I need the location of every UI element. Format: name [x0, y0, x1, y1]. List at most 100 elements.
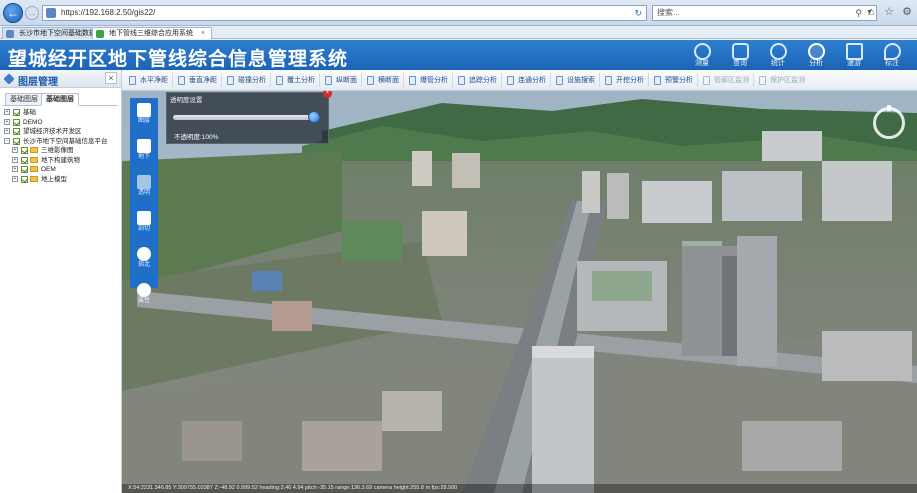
compass-icon[interactable] [873, 105, 905, 139]
layer-tree: + 基础 + DEMO + 望城经济技术开发区 - 长沙市地下空间基础信息平台 + 三维影… [0, 106, 121, 186]
slider-thumb[interactable] [308, 111, 320, 123]
checkbox[interactable] [13, 128, 20, 135]
section-icon [367, 75, 374, 85]
tool-analysis[interactable]: 分析 [797, 40, 835, 70]
tool-connectivity[interactable]: 连通分析 [504, 73, 551, 87]
checkbox[interactable] [21, 147, 28, 154]
close-button[interactable]: × [105, 72, 117, 84]
tree-item[interactable]: + 地下构建筑物 [2, 156, 119, 166]
layer-panel-tabs: 基础图层 基础图层 [3, 92, 118, 106]
view-tool-underground[interactable]: 地下 [130, 139, 158, 170]
address-bar[interactable]: https://192.168.2.50/gis22/ ↻ [42, 5, 647, 21]
back-button[interactable]: ← [3, 3, 23, 23]
forward-button[interactable]: → [25, 6, 39, 20]
tool-measure[interactable]: 测量 [683, 40, 721, 70]
tree-item[interactable]: - 长沙市地下空间基础信息平台 [2, 137, 119, 147]
toolbar-label: 开挖分析 [616, 77, 644, 84]
tool-excavation[interactable]: 开挖分析 [602, 73, 649, 87]
tool-collision-analysis[interactable]: 碰撞分析 [224, 73, 271, 87]
collapse-icon[interactable]: - [4, 137, 10, 144]
toolbar-label: 预警分析 [665, 77, 693, 84]
refresh-icon[interactable]: ↻ [634, 6, 642, 20]
profile-icon [325, 75, 332, 85]
view-tool-north[interactable]: 指北 [130, 247, 158, 278]
tree-item-label: OEM [41, 166, 56, 173]
tool-trace-analysis[interactable]: 追踪分析 [455, 73, 502, 87]
tool-vertical-clearance[interactable]: 垂直净距 [175, 73, 222, 87]
monitor-icon [759, 75, 766, 85]
checkbox[interactable] [21, 175, 28, 183]
tree-item[interactable]: + OEM [2, 165, 119, 175]
tree-item-label: 地上模型 [41, 175, 67, 183]
expand-icon[interactable]: + [12, 166, 18, 172]
tool-roam[interactable]: 漫游 [835, 40, 873, 70]
tab-layers-active[interactable]: 基础图层 [41, 93, 79, 106]
tool-corridor-monitor[interactable]: 管廊区监测 [700, 73, 754, 87]
tool-cover-analysis[interactable]: 覆土分析 [273, 73, 320, 87]
collision-icon [227, 75, 234, 85]
tab-favicon-icon [96, 30, 104, 38]
tree-item-label: 长沙市地下空间基础信息平台 [23, 137, 108, 145]
opacity-dialog: 透明度设置 × 不透明度:100% [166, 91, 332, 144]
view-tool-section[interactable]: 剖切 [130, 211, 158, 242]
tool-burst-analysis[interactable]: 爆管分析 [406, 73, 453, 87]
folder-icon [30, 175, 38, 182]
trace-icon [458, 75, 465, 85]
tool-label: 分析 [809, 60, 823, 67]
tree-item[interactable]: + 地上模型 [2, 175, 119, 185]
tool-facility-search[interactable]: 设施搜索 [553, 73, 600, 87]
expand-icon[interactable]: + [12, 147, 18, 153]
checkbox[interactable] [21, 166, 28, 173]
tool-profile[interactable]: 纵断面 [322, 73, 362, 87]
opacity-slider[interactable] [173, 111, 320, 123]
view-tool-transparency[interactable]: 透明 [130, 175, 158, 206]
tree-item[interactable]: + 望城经济技术开发区 [2, 127, 119, 137]
soil-icon [276, 75, 283, 85]
tool-query[interactable]: 查询 [721, 40, 759, 70]
browser-toolbar: ← → https://192.168.2.50/gis22/ ↻ 搜索... … [0, 0, 917, 26]
tab-base-layers[interactable]: 基础图层 [5, 93, 43, 106]
view-tool-layers[interactable]: 图层 [130, 103, 158, 134]
ruler-icon [178, 75, 185, 85]
expand-icon[interactable]: + [4, 118, 10, 125]
tool-annotate[interactable]: 标注 [873, 40, 911, 70]
tool-protection-monitor[interactable]: 保护区监测 [756, 73, 809, 87]
expand-icon[interactable]: + [4, 128, 10, 134]
toolbar-label: 纵断面 [336, 77, 357, 84]
browser-tab-pipeline[interactable]: 地下管线三维综合应用系统 × [92, 27, 213, 39]
home-icon[interactable]: ⌂ [865, 5, 877, 19]
view-tool-label: 属性 [137, 298, 150, 304]
tool-warning[interactable]: 预警分析 [651, 73, 698, 87]
ruler-icon [129, 75, 136, 85]
layers-icon [137, 103, 151, 117]
search-icon[interactable]: ⚲ [855, 6, 862, 20]
3d-viewport[interactable]: 图层 地下 透明 剖切 指北 属性 透明度设置 × 不透明度:100% X:54… [122, 91, 917, 493]
dialog-title: 透明度设置 [170, 97, 203, 104]
star-icon[interactable]: ☆ [883, 5, 895, 19]
expand-icon[interactable]: + [12, 156, 18, 163]
close-icon[interactable]: × [201, 30, 205, 37]
layer-panel: 图层管理 × 基础图层 基础图层 + 基础 + DEMO + 望城经济技术开发区 - 长… [0, 70, 122, 493]
tool-statistics[interactable]: 统计 [759, 40, 797, 70]
layer-panel-header: 图层管理 × [0, 70, 121, 88]
opacity-value: 不透明度:100% [174, 134, 219, 141]
expand-icon[interactable]: + [4, 109, 10, 115]
checkbox[interactable] [13, 137, 20, 145]
tool-cross-section[interactable]: 横断面 [364, 73, 404, 87]
tool-horizontal-clearance[interactable]: 水平净距 [126, 73, 173, 87]
view-tool-properties[interactable]: 属性 [130, 283, 158, 314]
browser-search-input[interactable]: 搜索... ⚲ ▼ [652, 5, 877, 21]
checkbox[interactable] [13, 118, 20, 126]
tree-item[interactable]: + 基础 [2, 108, 119, 118]
gear-icon[interactable]: ⚙ [901, 5, 913, 19]
toolbar-label: 爆管分析 [420, 77, 448, 84]
checkbox[interactable] [21, 156, 28, 164]
tab-label: 地下管线三维综合应用系统 [109, 30, 193, 37]
view-tool-label: 地下 [137, 154, 150, 160]
shield-search-icon [731, 43, 749, 60]
checkbox[interactable] [13, 109, 20, 116]
expand-icon[interactable]: + [12, 175, 18, 182]
tree-item[interactable]: + DEMO [2, 118, 119, 128]
tree-item[interactable]: + 三维影像图 [2, 146, 119, 156]
toolbar-label: 覆土分析 [287, 77, 315, 84]
